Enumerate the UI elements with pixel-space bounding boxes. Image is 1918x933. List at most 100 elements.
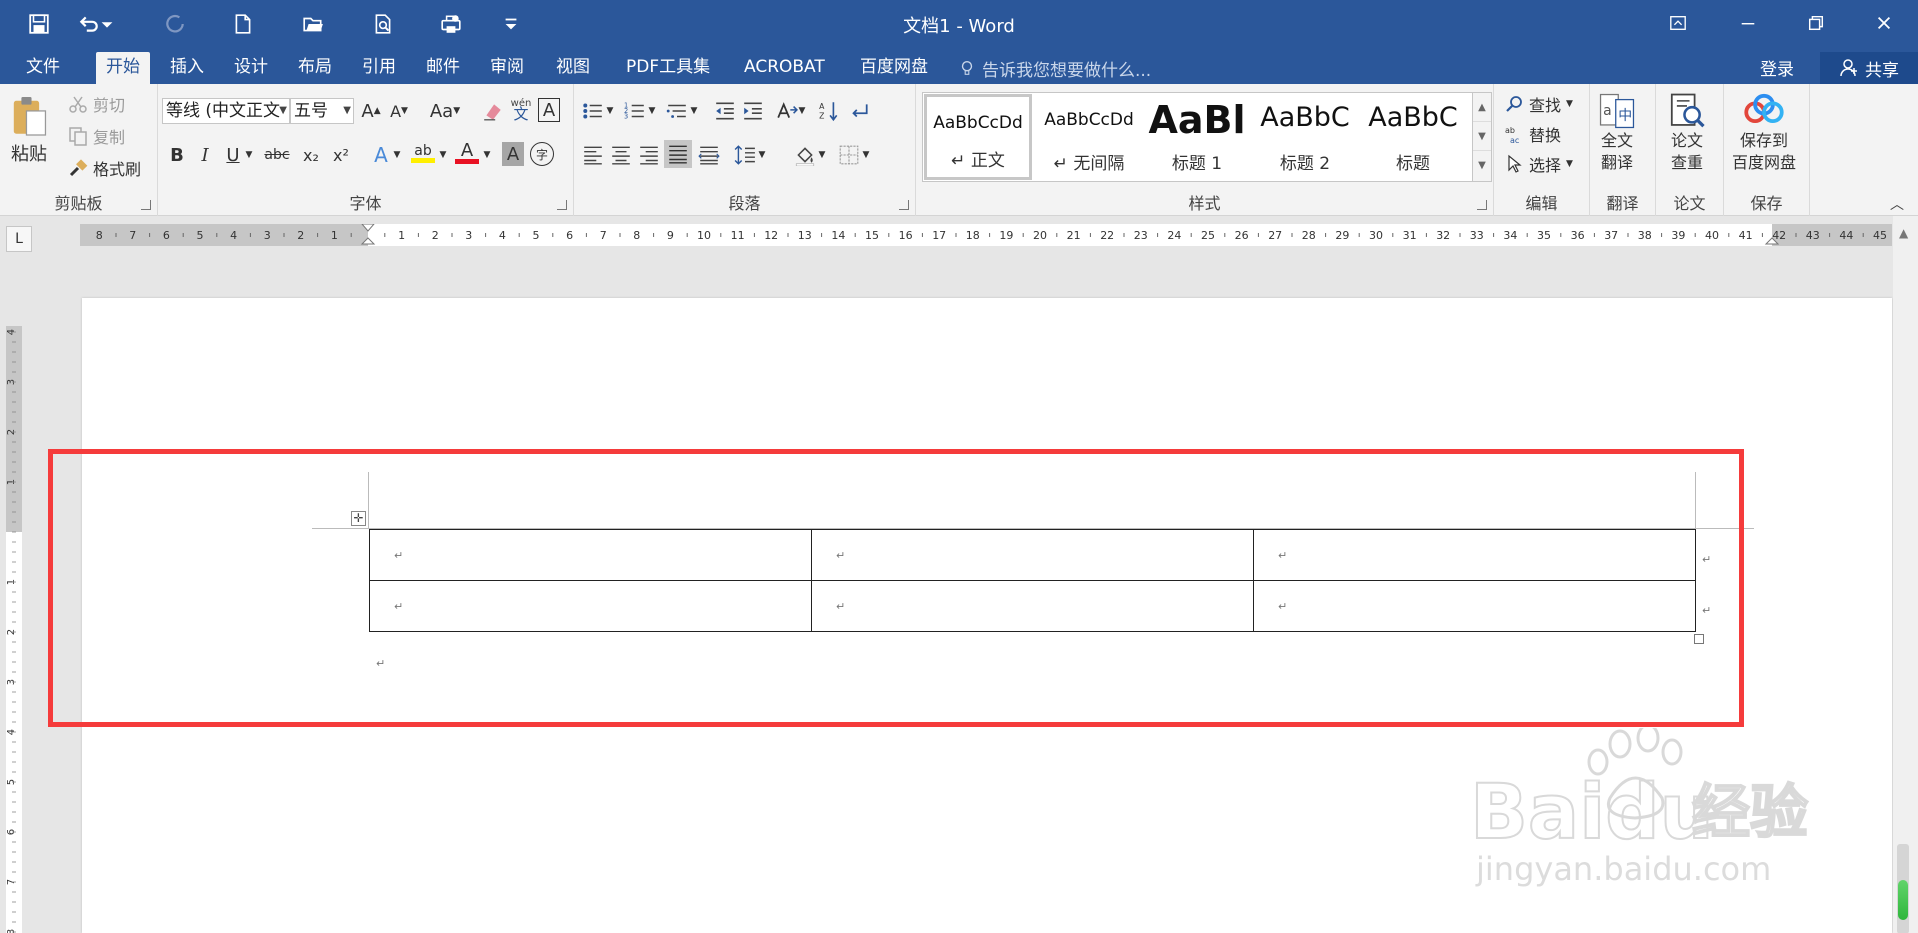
- save-icon[interactable]: [22, 10, 56, 38]
- tab-view[interactable]: 视图: [546, 52, 600, 84]
- share-button[interactable]: 共享: [1820, 52, 1918, 84]
- table-cell[interactable]: ↵: [369, 529, 812, 581]
- tab-layout[interactable]: 布局: [288, 52, 342, 84]
- chevron-down-icon[interactable]: ▼: [480, 142, 494, 168]
- strikethrough-icon[interactable]: abc: [262, 142, 292, 168]
- paste-button[interactable]: 粘贴: [10, 94, 48, 166]
- vertical-scrollbar[interactable]: ▲: [1893, 216, 1918, 933]
- replace-button[interactable]: ab ac 替换: [1504, 122, 1561, 146]
- change-case-icon[interactable]: Aa ▼: [424, 98, 466, 124]
- clear-formatting-icon[interactable]: [480, 98, 506, 124]
- tab-mailings[interactable]: 邮件: [416, 52, 470, 84]
- multilevel-list-icon[interactable]: [664, 98, 690, 124]
- chevron-down-icon[interactable]: ▼: [860, 142, 872, 168]
- horizontal-ruler[interactable]: 8 7 6 5 4 3 2 1 1 2 3 4 5 6 7 8 9 10 11 12 13 14 15 16 17 18 19 20 2…: [80, 224, 1892, 246]
- copy-button[interactable]: 复制: [68, 124, 125, 148]
- styles-scroll[interactable]: ▲ ▼ ▼: [1472, 92, 1492, 182]
- align-center-icon[interactable]: [608, 142, 634, 168]
- format-painter-button[interactable]: 格式刷: [68, 156, 141, 180]
- tab-baidu-netdisk[interactable]: 百度网盘: [850, 52, 938, 84]
- more-styles-icon[interactable]: ▼: [1473, 151, 1491, 180]
- align-left-icon[interactable]: [580, 142, 606, 168]
- login-link[interactable]: 登录: [1760, 55, 1794, 80]
- character-border-icon[interactable]: A: [538, 98, 560, 122]
- style-title[interactable]: AaBbC 标题: [1359, 94, 1467, 180]
- styles-launcher-icon[interactable]: [1477, 200, 1487, 210]
- table-cell[interactable]: ↵: [1253, 529, 1696, 581]
- enclose-characters-icon[interactable]: 字: [530, 142, 554, 166]
- shading-icon[interactable]: [792, 142, 818, 168]
- font-launcher-icon[interactable]: [557, 200, 567, 210]
- print-preview-icon[interactable]: [366, 10, 400, 38]
- chevron-down-icon[interactable]: ▼: [756, 142, 768, 168]
- close-button[interactable]: [1854, 0, 1914, 46]
- save-to-netdisk-button[interactable]: 保存到 百度网盘: [1732, 92, 1796, 174]
- paragraph-launcher-icon[interactable]: [899, 200, 909, 210]
- character-shading-icon[interactable]: A: [502, 142, 524, 166]
- undo-dropdown-icon[interactable]: [98, 10, 116, 38]
- vertical-ruler[interactable]: 432112345678: [0, 296, 28, 933]
- distributed-icon[interactable]: [696, 142, 722, 168]
- chevron-down-icon[interactable]: ▼: [646, 98, 658, 124]
- open-folder-icon[interactable]: [296, 10, 330, 38]
- redo-icon[interactable]: [158, 10, 192, 38]
- minimize-button[interactable]: [1718, 0, 1778, 46]
- tab-pdf-tools[interactable]: PDF工具集: [616, 52, 720, 84]
- select-button[interactable]: 选择 ▼: [1504, 152, 1573, 176]
- font-color-icon[interactable]: A: [454, 140, 480, 166]
- customize-toolbar-icon[interactable]: [502, 10, 520, 38]
- collapse-ribbon-icon[interactable]: ︿: [1890, 194, 1904, 214]
- tab-file[interactable]: 文件: [16, 52, 70, 84]
- cut-button[interactable]: 剪切: [68, 92, 125, 116]
- font-name-combo[interactable]: 等线 (中文正文 ▼: [162, 98, 290, 124]
- table-resize-handle[interactable]: [1694, 634, 1704, 644]
- chevron-down-icon[interactable]: ▼: [688, 98, 700, 124]
- decrease-indent-icon[interactable]: [712, 98, 738, 124]
- scroll-up-icon[interactable]: ▲: [1473, 93, 1491, 122]
- scroll-down-icon[interactable]: ▼: [1473, 122, 1491, 151]
- italic-icon[interactable]: I: [192, 142, 218, 168]
- table-cell[interactable]: ↵: [1253, 580, 1696, 632]
- chevron-down-icon[interactable]: ▼: [242, 142, 256, 168]
- increase-indent-icon[interactable]: [740, 98, 766, 124]
- tell-me-search[interactable]: 告诉我您想要做什么...: [958, 55, 1151, 81]
- numbering-icon[interactable]: 123: [622, 98, 648, 124]
- style-normal[interactable]: AaBbCcDd ↵ 正文: [924, 94, 1032, 180]
- justify-icon[interactable]: [664, 140, 692, 168]
- quick-print-icon[interactable]: [434, 10, 468, 38]
- ribbon-display-options-icon[interactable]: [1648, 0, 1708, 46]
- table-cell[interactable]: ↵: [811, 529, 1254, 581]
- clipboard-launcher-icon[interactable]: [141, 200, 151, 210]
- grow-font-icon[interactable]: A ▲: [358, 98, 384, 124]
- table-cell[interactable]: ↵: [811, 580, 1254, 632]
- shrink-font-icon[interactable]: A ▼: [386, 98, 412, 124]
- tab-review[interactable]: 审阅: [480, 52, 534, 84]
- scroll-up-icon[interactable]: ▲: [1899, 226, 1908, 240]
- tab-design[interactable]: 设计: [224, 52, 278, 84]
- plagiarism-check-button[interactable]: 论文 查重: [1666, 92, 1708, 174]
- table-move-handle-icon[interactable]: ✛: [351, 511, 366, 526]
- style-no-spacing[interactable]: AaBbCcDd ↵ 无间隔: [1035, 94, 1143, 180]
- tab-selector[interactable]: L: [6, 226, 32, 252]
- tab-home[interactable]: 开始: [96, 52, 150, 84]
- style-heading-1[interactable]: AaBl 标题 1: [1143, 94, 1251, 180]
- chevron-down-icon[interactable]: ▼: [436, 142, 450, 168]
- chevron-down-icon[interactable]: ▼: [816, 142, 828, 168]
- sort-icon[interactable]: AZ: [816, 98, 842, 124]
- borders-icon[interactable]: [836, 142, 862, 168]
- bullets-icon[interactable]: [580, 98, 606, 124]
- tab-references[interactable]: 引用: [352, 52, 406, 84]
- find-button[interactable]: 查找 ▼: [1504, 92, 1573, 116]
- bold-icon[interactable]: B: [164, 142, 190, 168]
- document-table[interactable]: ↵ ↵ ↵ ↵ ↵ ↵: [369, 529, 1696, 632]
- new-document-icon[interactable]: [226, 10, 260, 38]
- chevron-down-icon[interactable]: ▼: [796, 98, 808, 124]
- style-heading-2[interactable]: AaBbC 标题 2: [1251, 94, 1359, 180]
- restore-button[interactable]: [1786, 0, 1846, 46]
- tab-acrobat[interactable]: ACROBAT: [734, 52, 835, 84]
- subscript-icon[interactable]: x₂: [298, 142, 324, 168]
- full-text-translate-button[interactable]: a中 全文 翻译: [1596, 92, 1638, 174]
- font-size-combo[interactable]: 五号 ▼: [290, 98, 354, 124]
- tab-insert[interactable]: 插入: [160, 52, 214, 84]
- show-formatting-marks-icon[interactable]: [846, 98, 872, 124]
